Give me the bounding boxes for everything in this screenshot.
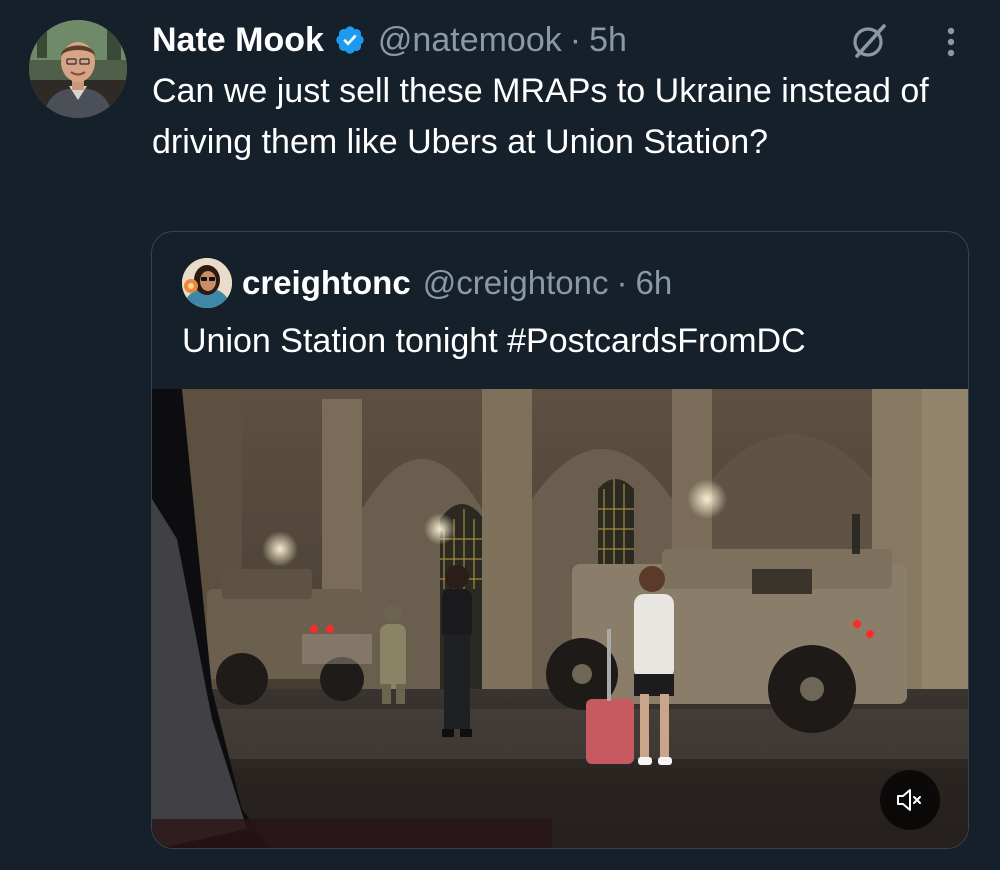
tweet-timestamp[interactable]: 5h [589,21,627,60]
quoted-tweet-text: Union Station tonight #PostcardsFromDC [182,322,806,360]
verified-badge-icon[interactable] [334,24,366,56]
author-handle[interactable]: @natemook [378,21,562,60]
tweet[interactable]: Nate Mook @natemook · 5h Can we just sel… [0,0,1000,870]
volume-muted-icon [897,789,921,811]
separator-dot: · [616,264,628,301]
video-frame [152,389,968,848]
tweet-text: Can we just sell these MRAPs to Ukraine … [152,72,929,161]
quoted-tweet-timestamp[interactable]: 6h [635,264,672,302]
quoted-tweet-card[interactable]: creightonc @creightonc · 6h Union Statio… [151,231,969,849]
tweet-header: Nate Mook @natemook · 5h [152,18,627,62]
quoted-author-name[interactable]: creightonc [242,264,411,302]
quoted-author-avatar[interactable] [182,258,232,308]
grok-icon[interactable] [848,20,890,62]
separator-dot: · [569,20,582,59]
quoted-author-handle[interactable]: @creightonc [423,264,609,302]
more-options-icon[interactable] [936,22,966,62]
mute-toggle-button[interactable] [880,770,940,830]
author-avatar[interactable] [29,20,127,118]
quoted-tweet-header: creightonc @creightonc · 6h [242,260,672,306]
author-name[interactable]: Nate Mook [152,21,324,60]
video-player[interactable] [152,389,968,848]
